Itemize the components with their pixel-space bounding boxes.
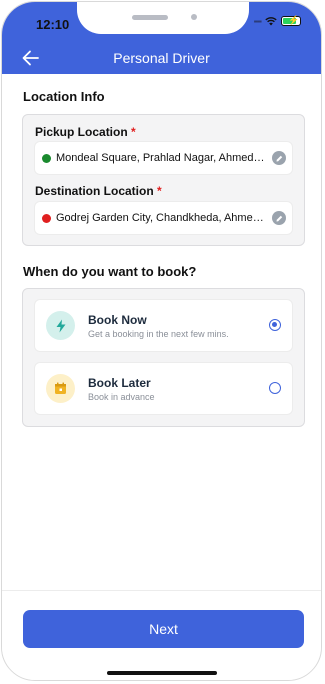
phone-frame: 12:10 ▪▪▪▪ ⚡ Personal Driver Location In… (1, 1, 322, 681)
home-indicator (107, 671, 217, 675)
book-later-subtitle: Book in advance (88, 392, 155, 402)
book-later-radio[interactable] (269, 382, 281, 394)
destination-location-value: Godrej Garden City, Chandkheda, Ahmedaba… (56, 212, 266, 224)
app-bar: Personal Driver (2, 42, 321, 74)
booking-options-card: Book Now Get a booking in the next few m… (22, 288, 305, 427)
bottom-bar: Next (2, 590, 321, 680)
required-mark: * (157, 184, 162, 198)
book-later-option[interactable]: Book Later Book in advance (35, 363, 292, 414)
book-now-title: Book Now (88, 313, 147, 327)
lightning-icon (46, 311, 75, 340)
battery-icon: ⚡ (281, 15, 301, 26)
signal-icon: ▪▪▪▪ (253, 16, 262, 26)
main-content: Location Info Pickup Location * Mondeal … (2, 74, 321, 590)
destination-label-text: Destination Location (35, 184, 154, 198)
pickup-label-text: Pickup Location (35, 125, 128, 139)
required-mark: * (131, 125, 136, 139)
book-later-title: Book Later (88, 376, 151, 390)
destination-location-field[interactable]: Godrej Garden City, Chandkheda, Ahmedaba… (35, 202, 292, 234)
speaker-icon (132, 15, 168, 20)
status-icons: ▪▪▪▪ ⚡ (253, 15, 301, 26)
status-bar: 12:10 ▪▪▪▪ ⚡ (2, 2, 321, 42)
destination-edit-icon[interactable] (272, 211, 286, 225)
destination-dot-icon (42, 213, 51, 223)
next-button[interactable]: Next (23, 610, 304, 648)
pickup-label: Pickup Location * (35, 125, 136, 139)
booking-heading: When do you want to book? (23, 264, 197, 279)
pickup-edit-icon[interactable] (272, 151, 286, 165)
calendar-icon (46, 374, 75, 403)
notch (77, 2, 249, 34)
location-card: Pickup Location * Mondeal Square, Prahla… (22, 114, 305, 246)
book-now-radio[interactable] (269, 319, 281, 331)
wifi-icon (265, 17, 277, 26)
book-now-option[interactable]: Book Now Get a booking in the next few m… (35, 300, 292, 351)
destination-label: Destination Location * (35, 184, 162, 198)
pickup-location-value: Mondeal Square, Prahlad Nagar, Ahmedabad… (56, 152, 266, 164)
pickup-location-field[interactable]: Mondeal Square, Prahlad Nagar, Ahmedabad… (35, 142, 292, 174)
pickup-dot-icon (42, 153, 51, 163)
page-title: Personal Driver (113, 50, 210, 66)
camera-icon (191, 14, 197, 20)
status-time: 12:10 (36, 17, 70, 32)
location-info-heading: Location Info (23, 89, 105, 104)
book-now-subtitle: Get a booking in the next few mins. (88, 329, 229, 339)
